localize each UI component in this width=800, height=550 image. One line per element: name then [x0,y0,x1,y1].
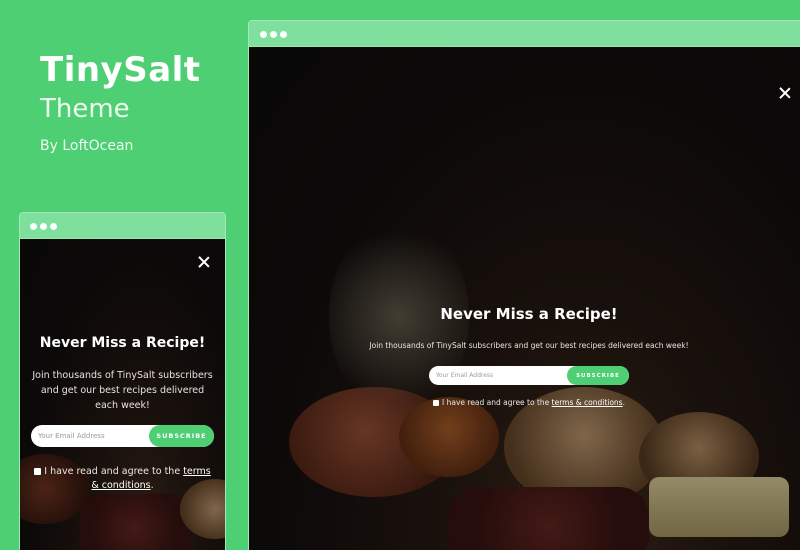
window-titlebar [249,21,800,47]
popup-overlay: Never Miss a Recipe! Join thousands of T… [20,239,225,550]
popup-overlay: Never Miss a Recipe! Join thousands of T… [249,47,800,550]
window-dot-icon [260,31,267,38]
close-icon[interactable] [198,256,210,268]
popup-description: Join thousands of TinySalt subscribers a… [369,341,689,350]
popup-description: Join thousands of TinySalt subscribers a… [32,370,213,411]
window-dot-icon [50,223,57,230]
overlay-shade [249,47,800,550]
subscribe-button[interactable]: SUBSCRIBE [149,425,214,447]
window-dot-icon [270,31,277,38]
agree-text: I have read and agree to the [44,466,184,477]
brand-subtitle: Theme [40,94,130,124]
email-input[interactable] [429,372,567,379]
subscribe-form: SUBSCRIBE [31,425,214,447]
agree-text: I have read and agree to the [442,398,552,407]
window-titlebar [20,213,225,239]
terms-checkbox[interactable] [34,468,42,475]
terms-agreement: I have read and agree to the terms & con… [20,465,225,493]
agree-suffix: . [150,480,154,491]
newsletter-popup: Never Miss a Recipe! Join thousands of T… [20,335,225,493]
terms-agreement: I have read and agree to the terms & con… [249,398,800,407]
agree-suffix: . [622,398,625,407]
window-dot-icon [30,223,37,230]
terms-link[interactable]: terms & conditions [552,398,623,407]
newsletter-popup: Never Miss a Recipe! Join thousands of T… [249,305,800,407]
subscribe-button[interactable]: SUBSCRIBE [567,366,629,385]
subscribe-form: SUBSCRIBE [429,366,629,385]
close-icon[interactable] [779,87,791,99]
brand-byline: By LoftOcean [40,138,134,154]
popup-title: Never Miss a Recipe! [39,335,206,351]
window-dot-icon [40,223,47,230]
brand-title: TinySalt [40,50,201,90]
desktop-browser-window: Never Miss a Recipe! Join thousands of T… [248,20,800,550]
popup-title: Never Miss a Recipe! [440,305,618,323]
email-input[interactable] [31,432,149,440]
window-dot-icon [280,31,287,38]
terms-checkbox[interactable] [433,400,440,406]
mobile-browser-window: Never Miss a Recipe! Join thousands of T… [19,212,226,550]
